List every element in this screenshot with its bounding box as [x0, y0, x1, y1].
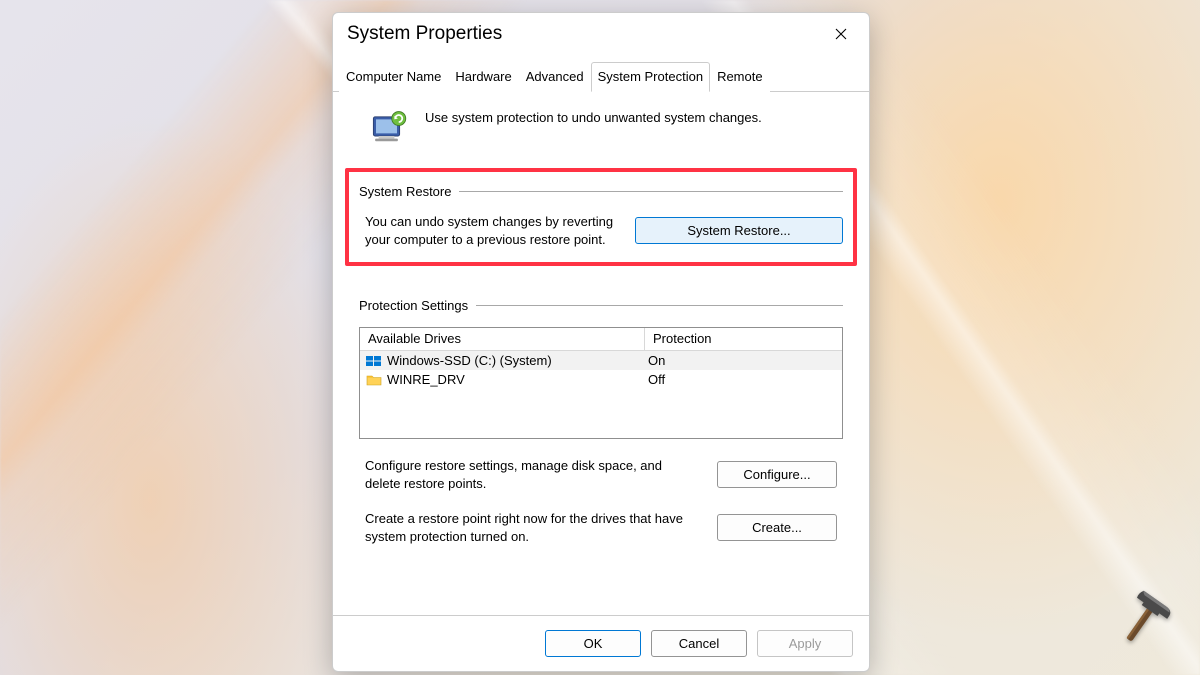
system-protection-icon	[369, 108, 411, 150]
system-restore-button[interactable]: System Restore...	[635, 217, 843, 244]
dialog-title: System Properties	[347, 23, 821, 45]
tab-strip: Computer Name Hardware Advanced System P…	[333, 61, 869, 92]
system-restore-group: System Restore You can undo system chang…	[359, 184, 843, 248]
close-icon	[835, 28, 847, 40]
tab-panel-system-protection: Use system protection to undo unwanted s…	[333, 92, 869, 615]
drives-table[interactable]: Available Drives Protection Windows-SSD …	[359, 327, 843, 439]
close-button[interactable]	[821, 18, 861, 50]
ok-button[interactable]: OK	[545, 630, 641, 657]
intro-text: Use system protection to undo unwanted s…	[425, 108, 762, 125]
system-restore-description: You can undo system changes by reverting…	[365, 213, 621, 248]
create-description: Create a restore point right now for the…	[365, 510, 699, 545]
drives-table-header: Available Drives Protection	[360, 328, 842, 351]
titlebar: System Properties	[333, 13, 869, 55]
drive-protection-status: Off	[640, 370, 842, 389]
intro-row: Use system protection to undo unwanted s…	[359, 104, 843, 168]
drive-name: Windows-SSD (C:) (System)	[387, 353, 552, 368]
drive-protection-status: On	[640, 351, 842, 370]
protection-settings-group-label: Protection Settings	[359, 298, 843, 313]
tab-computer-name[interactable]: Computer Name	[339, 62, 448, 92]
configure-description: Configure restore settings, manage disk …	[365, 457, 699, 492]
system-properties-dialog: System Properties Computer Name Hardware…	[332, 12, 870, 672]
folder-drive-icon	[366, 373, 382, 386]
windows-drive-icon	[366, 354, 382, 367]
column-header-drive[interactable]: Available Drives	[360, 328, 645, 350]
drive-row[interactable]: WINRE_DRV Off	[360, 370, 842, 389]
dialog-footer: OK Cancel Apply	[333, 615, 869, 671]
highlighted-system-restore-section: System Restore You can undo system chang…	[345, 168, 857, 266]
column-header-protection[interactable]: Protection	[645, 328, 842, 350]
create-button[interactable]: Create...	[717, 514, 837, 541]
drive-name: WINRE_DRV	[387, 372, 465, 387]
drives-table-container: Available Drives Protection Windows-SSD …	[359, 327, 843, 439]
tab-advanced[interactable]: Advanced	[519, 62, 591, 92]
tab-remote[interactable]: Remote	[710, 62, 770, 92]
system-restore-group-label: System Restore	[359, 184, 843, 199]
hammer-watermark-icon	[1105, 577, 1185, 660]
tab-system-protection[interactable]: System Protection	[591, 62, 711, 92]
cancel-button[interactable]: Cancel	[651, 630, 747, 657]
protection-settings-group: Protection Settings Available Drives Pro…	[359, 298, 843, 545]
drive-row[interactable]: Windows-SSD (C:) (System) On	[360, 351, 842, 370]
apply-button: Apply	[757, 630, 853, 657]
configure-button[interactable]: Configure...	[717, 461, 837, 488]
tab-hardware[interactable]: Hardware	[448, 62, 518, 92]
